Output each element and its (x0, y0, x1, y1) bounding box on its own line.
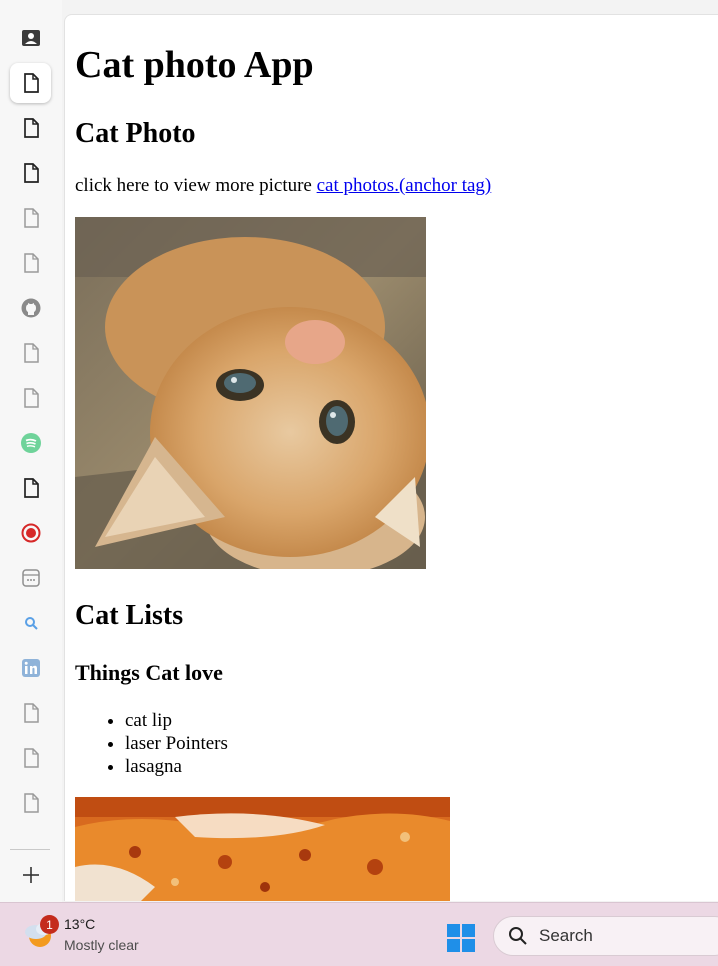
search-icon (509, 927, 527, 945)
taskbar-search[interactable]: Search (493, 916, 718, 956)
cat-photos-link[interactable]: cat photos.(anchor tag) (317, 175, 492, 196)
sidebar (0, 0, 62, 902)
dashboard-icon[interactable] (10, 558, 51, 598)
cat-photo-image[interactable] (75, 217, 426, 569)
document-icon[interactable] (10, 108, 51, 148)
document-icon[interactable] (10, 153, 51, 193)
list-item: lasagna (125, 755, 228, 778)
cat-lists-heading: Cat Lists (75, 600, 184, 631)
lasagna-image[interactable] (75, 797, 450, 901)
document-icon[interactable] (10, 783, 51, 823)
list-item: cat lip (125, 709, 228, 732)
document-icon[interactable] (10, 243, 51, 283)
document-icon[interactable] (10, 333, 51, 373)
web-page: Cat photo App Cat Photo click here to vi… (64, 14, 718, 901)
search-label: Search (539, 926, 593, 945)
list-item: laser Pointers (125, 732, 228, 755)
document-icon[interactable] (10, 468, 51, 508)
cat-love-list: cat lip laser Pointers lasagna (75, 709, 228, 778)
intro-text: click here to view more picture (75, 175, 317, 196)
page-title: Cat photo App (75, 44, 314, 86)
cat-photo-heading: Cat Photo (75, 118, 196, 149)
linkedin-icon[interactable] (10, 648, 51, 688)
sidebar-divider (10, 849, 50, 850)
document-icon[interactable] (10, 198, 51, 238)
document-icon[interactable] (10, 693, 51, 733)
record-icon[interactable] (10, 513, 51, 553)
windows-start-icon[interactable] (446, 923, 476, 953)
temperature: 13°C (64, 916, 96, 932)
github-icon[interactable] (10, 288, 51, 328)
tab-strip (62, 0, 718, 14)
taskbar: 1 13°C Mostly clear Search (0, 902, 718, 966)
search-icon[interactable] (10, 603, 51, 643)
weather-badge: 1 (40, 915, 59, 934)
things-cat-love-heading: Things Cat love (75, 660, 223, 685)
contact-card-icon[interactable] (10, 18, 51, 58)
document-icon[interactable] (10, 378, 51, 418)
document-icon[interactable] (10, 63, 51, 103)
add-icon[interactable] (10, 855, 51, 895)
spotify-icon[interactable] (10, 423, 51, 463)
document-icon[interactable] (10, 738, 51, 778)
weather-condition: Mostly clear (64, 937, 139, 953)
intro-paragraph: click here to view more picture cat phot… (75, 175, 491, 197)
